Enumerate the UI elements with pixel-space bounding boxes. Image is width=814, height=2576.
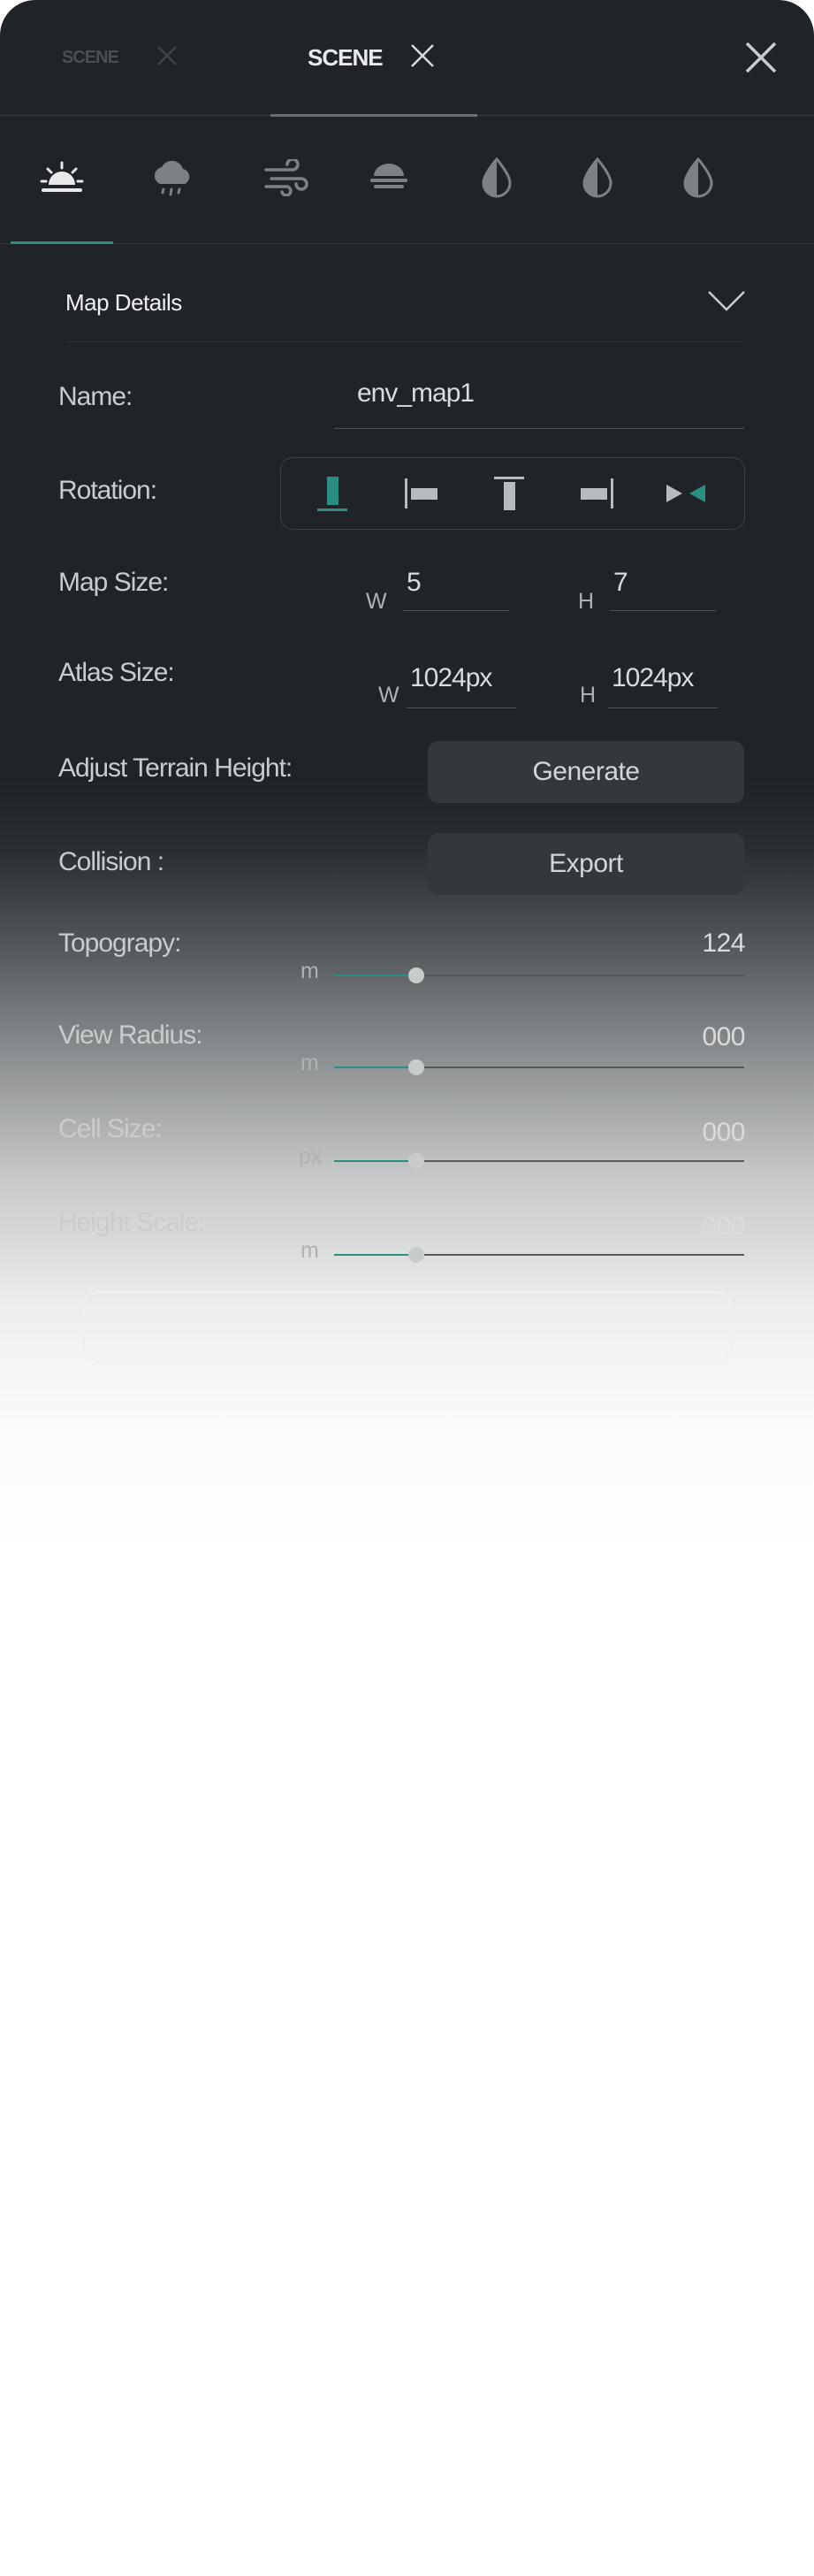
- faded-button[interactable]: [83, 1291, 732, 1362]
- name-underline: [334, 428, 744, 429]
- map-size-label: Map Size:: [58, 568, 169, 597]
- close-panel-icon[interactable]: [742, 39, 780, 80]
- slider-unit: px: [299, 1144, 323, 1169]
- slider-track[interactable]: [334, 1059, 744, 1075]
- slider-value: 124: [702, 929, 745, 958]
- align-bottom-icon[interactable]: [288, 458, 377, 529]
- slider-fill: [334, 1066, 416, 1068]
- slider-track[interactable]: [334, 967, 744, 983]
- slider-track[interactable]: [334, 1247, 744, 1263]
- map-size-h-underline: [610, 610, 716, 611]
- slider-knob[interactable]: [407, 1247, 424, 1263]
- atlas-size-w-input[interactable]: 1024px: [410, 663, 492, 693]
- tab-label: SCENE: [62, 48, 119, 67]
- map-size-w-input[interactable]: 5: [407, 568, 422, 598]
- tab-scene-inactive[interactable]: SCENE: [62, 0, 179, 116]
- slider-value: 000: [702, 1212, 745, 1241]
- slider-knob[interactable]: [407, 1059, 424, 1075]
- slider-fill: [334, 1160, 416, 1162]
- collision-label: Collision :: [58, 847, 164, 876]
- slider-knob[interactable]: [407, 967, 424, 983]
- tab-label: SCENE: [308, 44, 384, 71]
- slider-unit: m: [300, 1051, 319, 1075]
- atlas-size-h-label: H: [580, 683, 597, 707]
- active-tab-indicator: [11, 241, 113, 244]
- tab-scene-active[interactable]: SCENE: [270, 0, 477, 117]
- map-size-h-label: H: [578, 589, 595, 614]
- slider-track[interactable]: [334, 1153, 744, 1169]
- generate-button[interactable]: Generate: [428, 741, 744, 803]
- weather-toolbar: [0, 116, 814, 244]
- atlas-size-h-input[interactable]: 1024px: [612, 663, 694, 693]
- slider-label: View Radius:: [58, 1020, 203, 1050]
- align-left-icon[interactable]: [377, 458, 465, 529]
- section-title: Map Details: [65, 289, 182, 316]
- water-drop-icon[interactable]: [672, 151, 725, 204]
- slider-label: Topograpy:: [58, 929, 181, 958]
- name-label: Name:: [58, 382, 133, 411]
- slider-value: 000: [702, 1118, 745, 1147]
- atlas-size-w-underline: [407, 707, 516, 708]
- terrain-label: Adjust Terrain Height:: [58, 753, 293, 783]
- atlas-size-w-label: W: [378, 683, 399, 707]
- atlas-size-h-underline: [608, 707, 718, 708]
- water-drop-icon[interactable]: [571, 151, 624, 204]
- cloud-rain-icon[interactable]: [145, 151, 198, 204]
- rotation-segmented-control: [280, 457, 745, 530]
- wind-icon[interactable]: [260, 151, 313, 204]
- close-icon[interactable]: [409, 42, 436, 73]
- tab-bar: SCENE SCENE: [0, 0, 814, 117]
- close-icon[interactable]: [156, 44, 179, 72]
- slider-fill: [334, 975, 416, 976]
- align-right-icon[interactable]: [553, 458, 642, 529]
- slider-value: 000: [702, 1022, 745, 1051]
- map-size-h-input[interactable]: 7: [613, 568, 628, 598]
- slider-label: Cell Size:: [58, 1114, 163, 1143]
- scene-panel: SCENE SCENE Map Details Name: env_map1 R…: [0, 0, 814, 1556]
- atlas-size-label: Atlas Size:: [58, 658, 175, 687]
- map-size-w-underline: [403, 610, 509, 611]
- map-size-w-label: W: [366, 589, 387, 614]
- water-drop-icon[interactable]: [470, 151, 523, 204]
- name-input[interactable]: env_map1: [357, 378, 475, 409]
- align-top-icon[interactable]: [465, 458, 553, 529]
- rotation-label: Rotation:: [58, 476, 157, 505]
- flip-horizontal-icon[interactable]: [642, 458, 730, 529]
- map-details-header[interactable]: Map Details: [65, 270, 746, 342]
- export-button[interactable]: Export: [428, 833, 744, 895]
- slider-label: Height Scale:: [58, 1208, 205, 1237]
- slider-unit: m: [300, 1238, 319, 1263]
- slider-knob[interactable]: [407, 1153, 424, 1169]
- slider-fill: [334, 1254, 416, 1256]
- slider-unit: m: [300, 959, 319, 983]
- sunrise-icon[interactable]: [35, 151, 88, 204]
- fog-icon[interactable]: [362, 151, 415, 204]
- chevron-down-icon[interactable]: [707, 289, 746, 317]
